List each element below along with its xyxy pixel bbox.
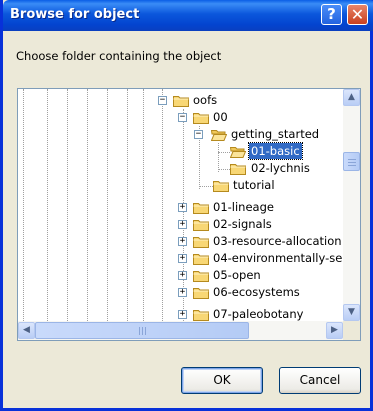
tree-node-label: 00	[213, 110, 228, 124]
grip-line	[348, 165, 356, 166]
scrollbar-corner	[343, 321, 360, 340]
help-button[interactable]: ?	[321, 4, 342, 25]
tree-node-label: tutorial	[233, 178, 275, 192]
tree-node-label: 04-environmentally-se	[213, 251, 343, 265]
tree-node-label: 02-lychnis	[251, 161, 310, 175]
chevron-up-icon: ▲	[348, 92, 355, 102]
horizontal-scroll-thumb[interactable]	[35, 322, 249, 339]
grip-line	[142, 327, 143, 335]
tree-node-05-open[interactable]: + 05-open	[18, 267, 343, 284]
tree-node-02-signals[interactable]: + 02-signals	[18, 216, 343, 233]
tree-node-label: 05-open	[213, 268, 261, 282]
expand-icon[interactable]: +	[178, 271, 187, 280]
close-button[interactable]: ✕	[347, 4, 368, 25]
folder-icon	[193, 269, 209, 282]
tree-node-oofs[interactable]: − oofs	[18, 92, 343, 109]
folder-icon	[193, 252, 209, 265]
tree-node-label: 07-paleobotany	[213, 307, 304, 321]
tree-node-04-environmentally-se[interactable]: + 04-environmentally-se	[18, 250, 343, 267]
close-icon: ✕	[350, 5, 365, 24]
collapse-icon[interactable]: −	[158, 96, 167, 105]
folder-icon	[193, 308, 209, 321]
tree-node-getting-started[interactable]: − getting_started	[18, 126, 343, 143]
cancel-button[interactable]: Cancel	[279, 367, 361, 394]
scroll-up-button[interactable]: ▲	[343, 89, 360, 106]
tree-node-label: getting_started	[231, 127, 320, 141]
folder-icon	[230, 162, 246, 175]
grip-line	[348, 162, 356, 163]
grip-line	[139, 327, 140, 335]
scroll-left-button[interactable]: ◀	[18, 322, 35, 339]
window-title: Browse for object	[10, 7, 140, 22]
tree-node-label: 06-ecosystems	[213, 285, 300, 299]
scroll-right-button[interactable]: ▶	[326, 322, 343, 339]
folder-icon	[193, 201, 209, 214]
chevron-right-icon: ▶	[331, 325, 338, 335]
tree-node-00[interactable]: − 00	[18, 109, 343, 126]
expand-icon[interactable]: +	[178, 254, 187, 263]
grip-line	[145, 327, 146, 335]
chevron-down-icon: ▼	[348, 307, 355, 317]
expand-icon[interactable]: +	[178, 237, 187, 246]
tree-node-label: 03-resource-allocation	[213, 234, 342, 248]
expand-icon[interactable]: +	[178, 203, 187, 212]
tree-node-03-resource-allocation[interactable]: + 03-resource-allocation	[18, 233, 343, 250]
scroll-down-button[interactable]: ▼	[343, 304, 360, 321]
expand-icon[interactable]: +	[178, 310, 187, 319]
instruction-text: Choose folder containing the object	[16, 49, 222, 63]
help-icon: ?	[327, 5, 336, 23]
folder-icon	[193, 286, 209, 299]
folder-tree[interactable]: − oofs − 00 − getting_started 01-basic 0…	[17, 88, 361, 341]
grip-line	[348, 159, 356, 160]
tree-node-label: 02-signals	[213, 217, 272, 231]
folder-open-icon	[230, 145, 246, 158]
tree-node-label: 01-basic	[248, 142, 303, 160]
tree-node-tutorial[interactable]: tutorial	[18, 177, 343, 194]
folder-open-icon	[211, 128, 227, 141]
folder-icon	[193, 218, 209, 231]
tree-node-02-lychnis[interactable]: 02-lychnis	[18, 160, 343, 177]
expand-icon[interactable]: +	[178, 288, 187, 297]
vertical-scrollbar[interactable]: ▲ ▼	[343, 89, 360, 321]
horizontal-scrollbar[interactable]: ◀ ▶	[18, 321, 343, 340]
title-bar[interactable]: Browse for object ? ✕	[3, 0, 373, 31]
browse-dialog: Browse for object ? ✕ Choose folder cont…	[0, 0, 373, 411]
chevron-left-icon: ◀	[23, 325, 30, 335]
folder-icon	[193, 111, 209, 124]
tree-node-label: 01-lineage	[213, 200, 274, 214]
ok-button[interactable]: OK	[181, 367, 263, 394]
vertical-scroll-thumb[interactable]	[343, 152, 360, 171]
folder-icon	[193, 235, 209, 248]
tree-node-01-basic[interactable]: 01-basic	[18, 142, 343, 160]
tree-node-07-paleobotany[interactable]: + 07-paleobotany	[18, 306, 343, 321]
folder-icon	[173, 94, 189, 107]
folder-icon	[213, 179, 229, 192]
collapse-icon[interactable]: −	[178, 113, 187, 122]
tree-viewport: − oofs − 00 − getting_started 01-basic 0…	[18, 89, 343, 321]
tree-node-01-lineage[interactable]: + 01-lineage	[18, 199, 343, 216]
expand-icon[interactable]: +	[178, 220, 187, 229]
collapse-icon[interactable]: −	[194, 130, 203, 139]
tree-node-label: oofs	[193, 93, 218, 107]
tree-node-06-ecosystems[interactable]: + 06-ecosystems	[18, 284, 343, 301]
